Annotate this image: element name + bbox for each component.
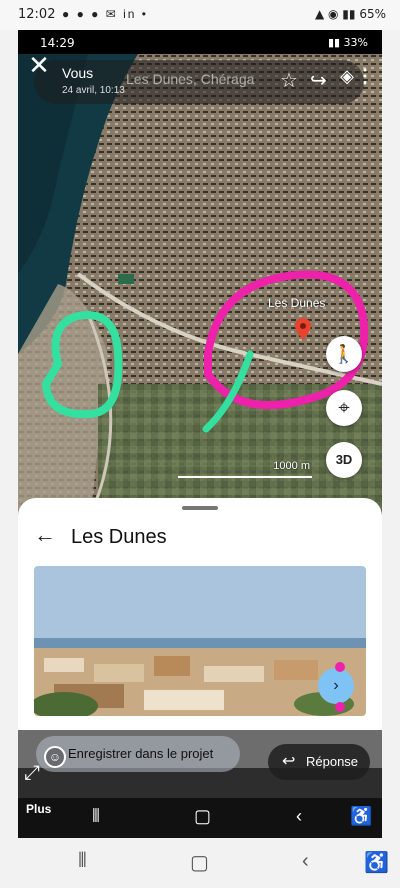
outer-accessibility-button[interactable]: ♿ xyxy=(364,850,389,875)
outer-recents-button[interactable]: ⦀ xyxy=(78,850,87,873)
inner-status-battery: ▮▮ 33% xyxy=(327,36,368,49)
place-photo[interactable] xyxy=(34,566,366,716)
outer-status-bar: 12:02 ● ● ● ✉ in • ▲ ◉ ▮▮ 65% xyxy=(0,0,400,30)
inner-status-bar: 14:29 ▮▮ 33% xyxy=(18,30,382,54)
home-button[interactable]: ▢ xyxy=(194,806,211,827)
close-icon: ✕ xyxy=(28,50,50,80)
more-vert-icon: ⋮ xyxy=(356,66,374,86)
map-scale-bar xyxy=(178,476,312,478)
three-d-button[interactable]: 3D xyxy=(326,442,362,478)
back-button[interactable]: ← xyxy=(34,522,56,548)
sheet-title: Les Dunes xyxy=(71,526,167,548)
reply-label: Réponse xyxy=(306,754,359,769)
expand-button[interactable]: ⤢ xyxy=(24,762,48,786)
pin-icon[interactable] xyxy=(295,318,311,340)
outer-nav-bar: ⦀ ▢ ‹ ♿ xyxy=(0,838,400,888)
star-button[interactable]: ☆ xyxy=(280,68,298,93)
header-date: 24 avril, 10:13 xyxy=(62,85,125,96)
layers-icon: ◈ xyxy=(340,66,354,86)
place-sheet: ← Les Dunes › xyxy=(18,498,382,768)
emoji-icon: ☺ xyxy=(48,750,62,764)
outer-back-button[interactable]: ‹ xyxy=(302,850,309,873)
annotation-dot-top xyxy=(335,662,345,672)
inner-screen: 14:29 ▮▮ 33% ✕ Vous 24 avril, 10:13 Les … xyxy=(18,30,382,838)
chevron-right-icon: › xyxy=(333,677,339,694)
locate-button[interactable]: ⌖ xyxy=(326,390,362,426)
street-view-button[interactable]: 🚶 xyxy=(326,336,362,372)
star-icon: ☆ xyxy=(280,70,298,92)
outer-status-battery: ▲ ◉ ▮▮ 65% xyxy=(314,7,386,21)
photo-next-button[interactable]: › xyxy=(318,668,354,704)
share-icon: ↪ xyxy=(310,70,327,92)
back-nav-button[interactable]: ‹ xyxy=(296,806,302,827)
recents-button[interactable]: ⦀ xyxy=(92,806,100,827)
accessibility-button[interactable]: ♿ xyxy=(350,806,372,827)
expand-icon: ⤢ xyxy=(24,762,40,784)
pegman-icon: 🚶 xyxy=(332,344,356,364)
outer-home-button[interactable]: ▢ xyxy=(190,850,209,875)
reply-button[interactable]: ↩ Réponse xyxy=(268,744,370,780)
header-user: Vous xyxy=(62,65,94,81)
place-photo-image xyxy=(34,566,366,716)
header-place: Les Dunes, Chéraga xyxy=(126,71,255,87)
save-to-project-button[interactable]: Enregistrer dans le projet xyxy=(36,736,240,772)
more-button[interactable]: ⋮ xyxy=(356,66,374,87)
sheet-drag-handle[interactable] xyxy=(182,506,218,510)
more-label[interactable]: Plus xyxy=(26,802,51,816)
inner-status-time: 14:29 xyxy=(40,36,75,50)
back-arrow-icon: ← xyxy=(34,522,56,547)
map-scale-label: 1000 m xyxy=(273,460,310,472)
map-scale: 1000 m xyxy=(178,460,312,480)
outer-status-app-icons: ● ● ● ✉ in • xyxy=(62,7,149,21)
action-panel: Enregistrer dans le projet ↩ Réponse ☺ ⤢ xyxy=(18,730,382,798)
header-bar: Vous 24 avril, 10:13 Les Dunes, Chéraga … xyxy=(34,60,374,104)
share-button[interactable]: ↪ xyxy=(310,68,327,93)
map-place-label: Les Dunes xyxy=(268,296,326,310)
reply-icon: ↩ xyxy=(282,753,296,770)
save-to-project-label: Enregistrer dans le projet xyxy=(68,746,214,761)
close-button[interactable]: ✕ xyxy=(24,50,54,80)
outer-status-time: 12:02 xyxy=(18,7,56,22)
inner-nav-bar: Plus ⦀ ▢ ‹ ♿ xyxy=(18,798,382,838)
annotation-dot-bottom xyxy=(335,702,345,712)
locate-icon: ⌖ xyxy=(338,397,350,419)
